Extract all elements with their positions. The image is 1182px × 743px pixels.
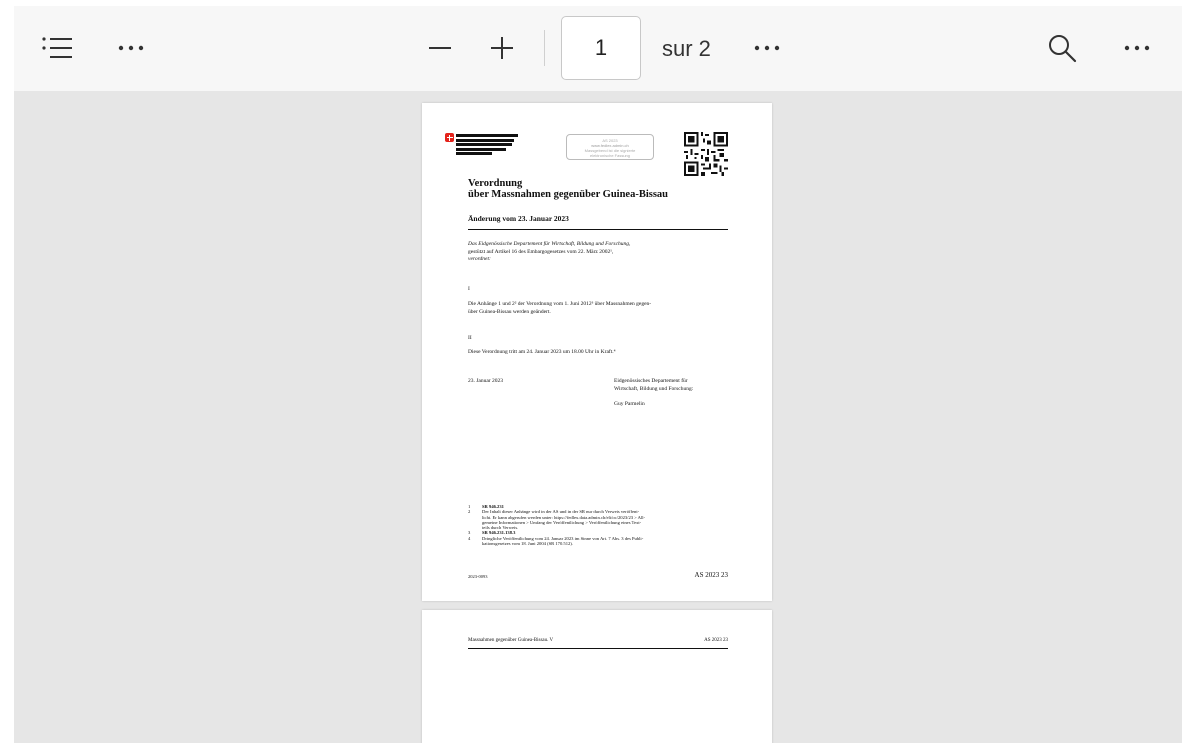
pdf-toolbar: sur 2	[14, 6, 1182, 91]
section-1-number: I	[468, 286, 470, 292]
qr-code-icon	[684, 132, 728, 176]
page-total-label: sur 2	[662, 36, 711, 61]
signatory: Guy Parmelin	[614, 401, 645, 407]
federal-administration-logo-text	[456, 134, 520, 157]
header-rule	[468, 648, 728, 649]
contents-button[interactable]	[40, 32, 76, 64]
document-viewer[interactable]: AS 2023 www.fedlex.admin.ch Massgebend i…	[14, 91, 1182, 743]
more-horizontal-icon	[754, 45, 780, 51]
more-options-center-button[interactable]	[750, 36, 784, 60]
search-button[interactable]	[1044, 30, 1080, 66]
zoom-out-button[interactable]	[424, 32, 456, 64]
section-2-text: Diese Verordnung tritt am 24. Januar 202…	[468, 349, 616, 355]
running-header-reference: AS 2023 23	[704, 638, 728, 643]
more-options-right-button[interactable]	[1120, 36, 1154, 60]
section-2-number: II	[468, 335, 472, 341]
running-header-title: Massnahmen gegenüber Guinea-Bissau. V	[468, 638, 554, 643]
title-rule	[468, 229, 728, 230]
footnotes: 1 SR 946.231 2 Der Inhalt dieser Anhänge w…	[468, 504, 645, 546]
footnote-line: kationsgesetzes vom 18. Juni 2004 (SR 17…	[482, 541, 573, 547]
plus-icon	[491, 37, 513, 59]
pdf-page-1: AS 2023 www.fedlex.admin.ch Massgebend i…	[422, 103, 772, 601]
preamble: Das Eidgenössische Departement für Wirts…	[468, 241, 631, 262]
department-name: Eidgenössisches Departement für Wirtscha…	[614, 378, 694, 392]
more-horizontal-icon	[1124, 45, 1150, 51]
minus-icon	[429, 47, 451, 49]
official-stamp: AS 2023 www.fedlex.admin.ch Massgebend i…	[566, 134, 654, 160]
section-1-text: Die Anhänge 1 und 2² der Verordnung vom …	[468, 301, 652, 315]
pdf-page-2: Massnahmen gegenüber Guinea-Bissau. V AS…	[422, 610, 772, 743]
list-icon	[42, 37, 72, 58]
signing-date: 23. Januar 2023	[468, 378, 503, 384]
document-title: Verordnung über Massnahmen gegenüber Gui…	[468, 178, 669, 200]
search-icon	[1049, 35, 1077, 63]
zoom-in-button[interactable]	[486, 32, 518, 64]
toolbar-divider	[544, 30, 545, 66]
amendment-date: Änderung vom 23. Januar 2023	[468, 214, 569, 223]
swiss-cross-logo	[445, 133, 454, 142]
page-number-input[interactable]	[561, 16, 641, 80]
more-horizontal-icon	[118, 45, 144, 51]
document-id: 2023-0093	[468, 574, 488, 579]
more-options-left-button[interactable]	[114, 36, 148, 60]
page-reference: AS 2023 23	[694, 571, 728, 579]
